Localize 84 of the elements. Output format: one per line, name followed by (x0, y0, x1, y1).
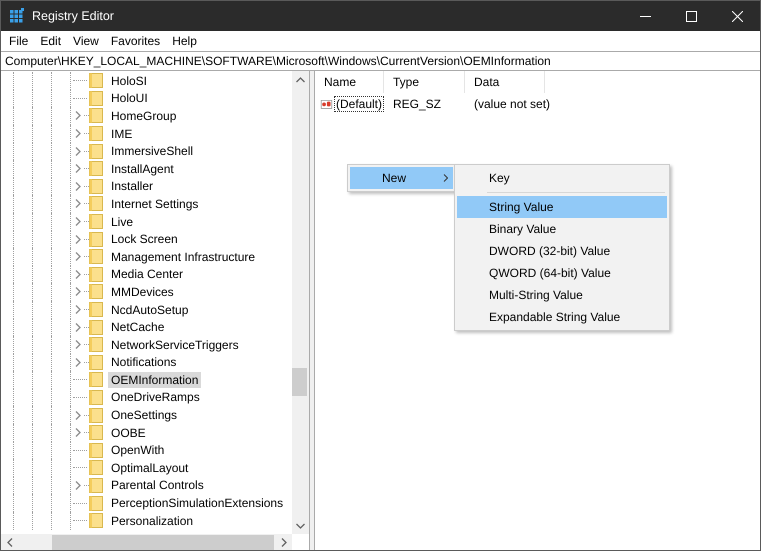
menu-item[interactable]: Binary Value (457, 218, 667, 240)
value-data: (value not set) (473, 97, 550, 111)
folder-icon (89, 161, 103, 176)
menu-item[interactable]: Help (166, 32, 203, 50)
folder-icon (89, 425, 103, 440)
tree-item[interactable]: Parental Controls (108, 477, 207, 494)
menu-item[interactable]: Key (457, 167, 667, 189)
folder-icon (89, 408, 103, 423)
folder-icon (89, 390, 103, 405)
tree-item[interactable]: OOBE (108, 424, 149, 441)
column-header[interactable]: Data (465, 71, 545, 93)
menu-item[interactable]: QWORD (64-bit) Value (457, 262, 667, 284)
tree-item[interactable]: OEMInformation (108, 372, 202, 388)
folder-icon (89, 249, 103, 264)
close-icon (732, 10, 742, 22)
menu-item[interactable]: New (350, 167, 453, 189)
tree-item[interactable]: HoloUI (108, 90, 151, 106)
folder-icon (89, 232, 103, 247)
folder-icon (89, 460, 103, 476)
menu-item[interactable]: Expandable String Value (457, 306, 667, 328)
folder-icon (89, 302, 103, 318)
column-header[interactable]: Name (315, 71, 384, 93)
tree-item[interactable]: NcdAutoSetup (108, 302, 192, 318)
menu-item[interactable]: DWORD (32-bit) Value (457, 240, 667, 262)
tree-item[interactable]: Management Infrastructure (108, 248, 258, 265)
tree-item[interactable]: NetworkServiceTriggers (108, 336, 242, 353)
value-name[interactable]: (Default) (334, 96, 384, 112)
tree-item[interactable]: ImmersiveShell (108, 143, 196, 160)
tree-item[interactable]: PerceptionSimulationExtensions (108, 495, 286, 512)
scroll-right-icon[interactable] (280, 538, 286, 547)
tree-item[interactable]: HomeGroup (108, 108, 180, 124)
window-title: Registry Editor (32, 9, 115, 23)
tree-item[interactable]: Notifications (108, 354, 180, 370)
tree-item[interactable]: OneSettings (108, 407, 180, 424)
folder-icon (89, 108, 103, 124)
tree-item[interactable]: Installer (108, 178, 156, 194)
vertical-scrollbar[interactable] (292, 71, 309, 534)
folder-icon (89, 126, 103, 142)
value-type: REG_SZ (392, 97, 442, 111)
folder-icon (89, 284, 103, 300)
folder-icon (89, 90, 103, 106)
folder-icon (89, 372, 103, 388)
tree-item[interactable]: HoloSI (108, 72, 150, 89)
folder-icon (89, 178, 103, 194)
tree-item[interactable]: Media Center (108, 266, 186, 282)
tree-item[interactable]: NetCache (108, 319, 168, 336)
menu-item[interactable]: File (3, 32, 34, 50)
tree-item[interactable]: IME (108, 126, 136, 142)
app-icon (9, 8, 25, 24)
address-bar[interactable]: Computer\HKEY_LOCAL_MACHINE\SOFTWARE\Microsoft\Windows\CurrentVersion\OEMInformation (1, 51, 760, 71)
tree-item[interactable]: OptimalLayout (108, 460, 192, 476)
folder-icon (89, 320, 103, 335)
tree-item[interactable]: Personalization (108, 512, 196, 529)
scroll-down-icon[interactable] (296, 522, 305, 528)
tree-item[interactable]: MMDevices (108, 284, 177, 300)
folder-icon (89, 337, 103, 352)
folder-icon (89, 478, 103, 493)
menu-item[interactable]: String Value (457, 196, 667, 218)
tree-item[interactable]: Lock Screen (108, 231, 181, 248)
maximize-icon (686, 10, 696, 22)
folder-icon (89, 354, 103, 370)
folder-icon (89, 442, 103, 458)
scrollbar-thumb[interactable] (292, 368, 307, 396)
folder-icon (89, 144, 103, 159)
tree-item[interactable]: OpenWith (108, 442, 168, 458)
scroll-up-icon[interactable] (296, 76, 305, 82)
column-header[interactable]: Type (384, 71, 465, 93)
folder-icon (89, 266, 103, 282)
folder-icon (89, 214, 103, 230)
folder-icon (89, 496, 103, 511)
tree-item[interactable]: Live (108, 214, 136, 230)
menu-item[interactable]: Edit (34, 32, 68, 50)
folder-icon (89, 73, 103, 88)
menu-item[interactable]: Multi-String Value (457, 284, 667, 306)
menu-item[interactable]: Favorites (104, 32, 166, 50)
menu-item[interactable]: View (67, 32, 105, 50)
tree-item[interactable]: OneDriveRamps (108, 389, 203, 406)
scroll-left-icon[interactable] (6, 538, 12, 547)
tree-item[interactable]: Internet Settings (108, 196, 202, 212)
scrollbar-thumb[interactable] (52, 535, 274, 550)
folder-icon (89, 513, 103, 528)
tree-item[interactable]: InstallAgent (108, 160, 177, 177)
horizontal-scrollbar[interactable] (1, 534, 292, 550)
folder-icon (89, 196, 103, 212)
